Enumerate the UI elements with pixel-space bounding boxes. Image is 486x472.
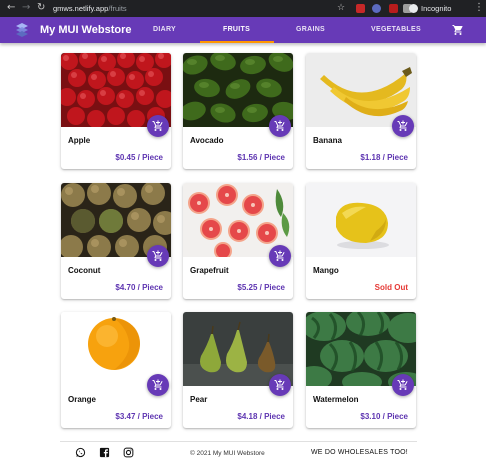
product-name: Coconut <box>68 266 101 275</box>
instagram-icon[interactable] <box>123 447 134 458</box>
extension-icon[interactable] <box>356 4 365 13</box>
add-to-cart-button[interactable] <box>147 374 169 396</box>
extension-icon[interactable] <box>389 4 398 13</box>
product-card-grapefruit[interactable]: Grapefruit $5.25 / Piece <box>183 183 293 299</box>
star-icon[interactable]: ☆ <box>337 1 345 15</box>
cart-icon[interactable] <box>452 24 464 36</box>
mango-photo[interactable] <box>306 183 416 257</box>
product-name: Avocado <box>190 136 224 145</box>
wholesale-link[interactable]: WE DO WHOLESALES TOO! <box>311 448 408 458</box>
add-cart-icon <box>274 120 285 131</box>
add-to-cart-button[interactable] <box>269 115 291 137</box>
product-price: $4.70 / Piece <box>115 283 163 292</box>
address-bar[interactable]: gmws.netlify.app/fruits <box>53 3 127 14</box>
add-to-cart-button[interactable] <box>269 245 291 267</box>
product-card-orange[interactable]: Orange $3.47 / Piece <box>61 312 171 428</box>
product-name: Grapefruit <box>190 266 229 275</box>
product-name: Mango <box>313 266 339 275</box>
product-price: $0.45 / Piece <box>115 153 163 162</box>
add-cart-icon <box>397 120 408 131</box>
forward-icon[interactable]: → <box>22 1 30 15</box>
product-price: $1.56 / Piece <box>237 153 285 162</box>
menu-icon[interactable]: ⋮ <box>474 1 484 15</box>
product-name: Orange <box>68 395 97 404</box>
back-icon[interactable]: ← <box>7 1 15 15</box>
store-logo-icon[interactable] <box>14 21 30 39</box>
product-price: $1.18 / Piece <box>360 153 408 162</box>
product-price: $4.18 / Piece <box>237 412 285 421</box>
product-card-apple[interactable]: Apple $0.45 / Piece <box>61 53 171 169</box>
reload-icon[interactable]: ↻ <box>37 1 45 15</box>
whatsapp-icon[interactable] <box>75 447 86 458</box>
add-cart-icon <box>397 379 408 390</box>
add-to-cart-button[interactable] <box>147 115 169 137</box>
product-card-mango[interactable]: Mango Sold Out <box>306 183 416 299</box>
copyright-text: © 2021 My MUI Webstore <box>190 450 265 457</box>
product-card-banana[interactable]: Banana $1.18 / Piece <box>306 53 416 169</box>
tab-fruits[interactable]: FRUITS <box>223 25 250 35</box>
footer-divider <box>60 441 417 442</box>
add-cart-icon <box>152 120 163 131</box>
active-tab-indicator <box>200 41 274 43</box>
incognito-icon <box>409 4 418 13</box>
product-price: $5.25 / Piece <box>237 283 285 292</box>
product-card-coconut[interactable]: Coconut $4.70 / Piece <box>61 183 171 299</box>
add-cart-icon <box>152 379 163 390</box>
incognito-label: Incognito <box>421 4 452 13</box>
facebook-icon[interactable] <box>99 447 110 458</box>
tab-grains[interactable]: GRAINS <box>296 25 325 35</box>
brand-title[interactable]: My MUI Webstore <box>40 23 131 37</box>
add-to-cart-button[interactable] <box>269 374 291 396</box>
app-bar: My MUI Webstore DIARY FRUITS GRAINS VEGE… <box>0 17 486 43</box>
product-name: Pear <box>190 395 208 404</box>
add-to-cart-button[interactable] <box>147 245 169 267</box>
product-name: Banana <box>313 136 342 145</box>
tab-vegetables[interactable]: VEGETABLES <box>371 25 421 35</box>
product-name: Apple <box>68 136 91 145</box>
add-to-cart-button[interactable] <box>392 115 414 137</box>
add-cart-icon <box>274 379 285 390</box>
product-card-pear[interactable]: Pear $4.18 / Piece <box>183 312 293 428</box>
sold-out-label: Sold Out <box>374 283 408 292</box>
product-price: $3.10 / Piece <box>360 412 408 421</box>
add-to-cart-button[interactable] <box>392 374 414 396</box>
product-price: $3.47 / Piece <box>115 412 163 421</box>
add-cart-icon <box>274 250 285 261</box>
add-cart-icon <box>152 250 163 261</box>
url-host: gmws.netlify.app <box>53 4 109 13</box>
tab-diary[interactable]: DIARY <box>153 25 176 35</box>
product-card-avocado[interactable]: Avocado $1.56 / Piece <box>183 53 293 169</box>
browser-toolbar: ← → ↻ gmws.netlify.app/fruits ☆ Incognit… <box>0 0 486 17</box>
product-card-watermelon[interactable]: Watermelon $3.10 / Piece <box>306 312 416 428</box>
product-name: Watermelon <box>313 395 359 404</box>
extension-icon[interactable] <box>372 4 381 13</box>
url-path: /fruits <box>108 4 127 13</box>
